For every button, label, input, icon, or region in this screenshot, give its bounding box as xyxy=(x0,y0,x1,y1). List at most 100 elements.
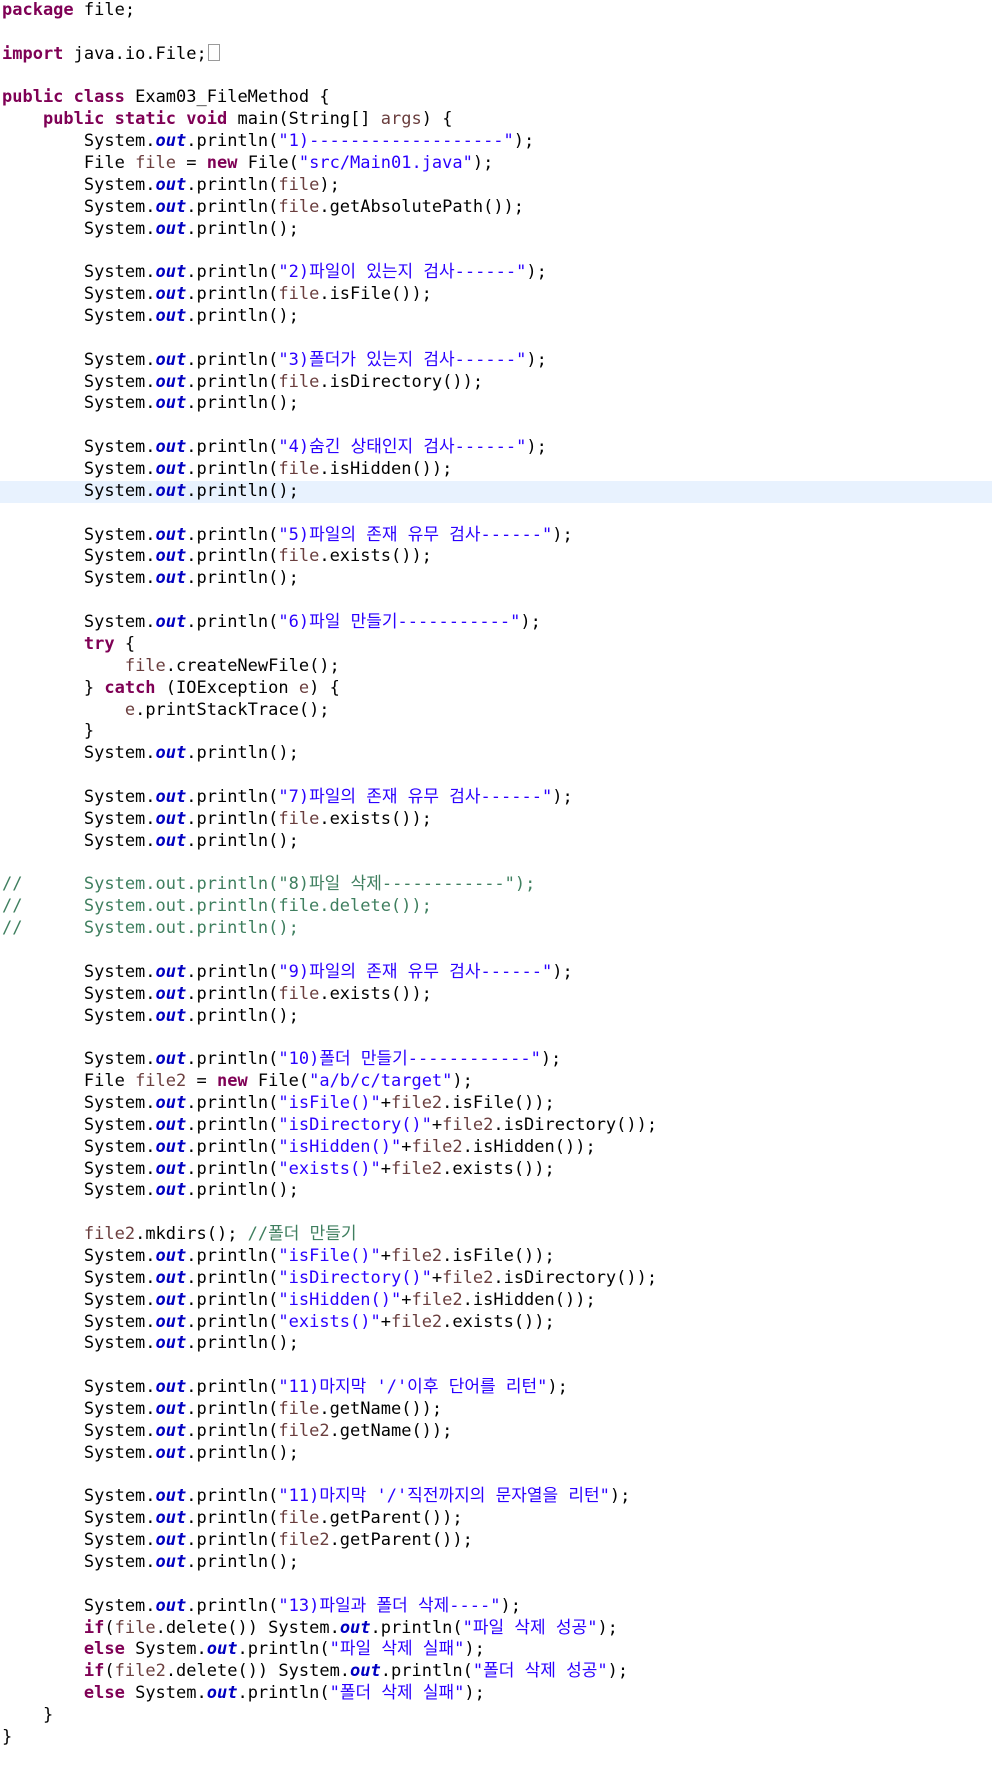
code-token: .println( xyxy=(186,349,279,370)
code-line[interactable]: System.out.println(file.isFile()); xyxy=(0,284,994,306)
code-line[interactable]: System.out.println("13)파일과 폴더 삭제----"); xyxy=(0,1596,994,1618)
code-line[interactable] xyxy=(0,1202,994,1224)
code-line[interactable] xyxy=(0,240,994,262)
code-line[interactable]: System.out.println("isDirectory()"+file2… xyxy=(0,1115,994,1137)
code-line[interactable]: } catch (IOException e) { xyxy=(0,678,994,700)
static-field-token: out xyxy=(206,1639,238,1660)
code-line[interactable]: else System.out.println("파일 삭제 실패"); xyxy=(0,1639,994,1661)
code-line[interactable] xyxy=(0,765,994,787)
code-line[interactable]: System.out.println("isHidden()"+file2.is… xyxy=(0,1290,994,1312)
code-line[interactable]: System.out.println(); xyxy=(0,1006,994,1028)
code-line[interactable]: System.out.println(); xyxy=(0,306,994,328)
code-line[interactable]: if(file.delete()) System.out.println("파일… xyxy=(0,1618,994,1640)
code-token: System. xyxy=(2,306,156,327)
code-line[interactable]: System.out.println(file.getName()); xyxy=(0,1399,994,1421)
code-line[interactable]: System.out.println("isDirectory()"+file2… xyxy=(0,1268,994,1290)
variable-token: file xyxy=(278,1508,320,1529)
code-line[interactable]: System.out.println("11)마지막 '/'직전까지의 문자열을… xyxy=(0,1486,994,1508)
code-line[interactable] xyxy=(0,940,994,962)
code-line[interactable]: } xyxy=(0,1727,994,1749)
code-line[interactable] xyxy=(0,1574,994,1596)
code-line[interactable] xyxy=(0,503,994,525)
code-line[interactable]: System.out.println(); xyxy=(0,1443,994,1465)
code-line[interactable]: System.out.println("5)파일의 존재 유무 검사------… xyxy=(0,525,994,547)
code-line[interactable]: System.out.println(file.isHidden()); xyxy=(0,459,994,481)
code-line[interactable]: System.out.println(file); xyxy=(0,175,994,197)
code-line[interactable]: System.out.println("exists()"+file2.exis… xyxy=(0,1312,994,1334)
code-line[interactable]: System.out.println(); xyxy=(0,1333,994,1355)
code-token: .println( xyxy=(237,1639,330,1660)
code-line[interactable]: System.out.println("10)폴더 만들기-----------… xyxy=(0,1049,994,1071)
folded-imports-icon[interactable] xyxy=(207,43,220,61)
code-line[interactable]: } xyxy=(0,1705,994,1727)
code-line[interactable]: System.out.println(file.isDirectory()); xyxy=(0,372,994,394)
code-line[interactable]: // System.out.println("8)파일 삭제----------… xyxy=(0,874,994,896)
code-line[interactable]: System.out.println("2)파일이 있는지 검사------")… xyxy=(0,262,994,284)
code-line[interactable]: file2.mkdirs(); //폴더 만들기 xyxy=(0,1224,994,1246)
code-line[interactable]: file.createNewFile(); xyxy=(0,656,994,678)
code-line[interactable]: // System.out.println(file.delete()); xyxy=(0,896,994,918)
code-line[interactable]: System.out.println("isFile()"+file2.isFi… xyxy=(0,1093,994,1115)
code-line[interactable]: System.out.println(file.getAbsolutePath(… xyxy=(0,197,994,219)
code-line[interactable] xyxy=(0,590,994,612)
code-line[interactable]: System.out.println("1)------------------… xyxy=(0,131,994,153)
code-line[interactable] xyxy=(0,1465,994,1487)
code-line[interactable]: System.out.println("exists()"+file2.exis… xyxy=(0,1159,994,1181)
code-line[interactable]: System.out.println(file.exists()); xyxy=(0,984,994,1006)
code-token: System. xyxy=(2,808,156,829)
code-line[interactable]: File file2 = new File("a/b/c/target"); xyxy=(0,1071,994,1093)
code-token: ); xyxy=(526,349,547,370)
code-line[interactable]: System.out.println("6)파일 만들기-----------"… xyxy=(0,612,994,634)
code-token: + xyxy=(380,1158,391,1179)
code-token: .println(); xyxy=(186,1552,299,1573)
code-line[interactable]: System.out.println(file.exists()); xyxy=(0,546,994,568)
code-line[interactable]: e.printStackTrace(); xyxy=(0,700,994,722)
code-line[interactable]: File file = new File("src/Main01.java"); xyxy=(0,153,994,175)
code-line[interactable]: System.out.println(); xyxy=(0,743,994,765)
code-line[interactable] xyxy=(0,66,994,88)
code-line[interactable]: System.out.println(); xyxy=(0,1180,994,1202)
code-line[interactable]: package file; xyxy=(0,0,994,22)
code-line[interactable] xyxy=(0,22,994,44)
code-line[interactable]: // System.out.println(); xyxy=(0,918,994,940)
variable-token: file2 xyxy=(390,1158,443,1179)
code-line[interactable]: else System.out.println("폴더 삭제 실패"); xyxy=(0,1683,994,1705)
code-line[interactable] xyxy=(0,1027,994,1049)
code-line[interactable] xyxy=(0,328,994,350)
code-line[interactable]: System.out.println(file.exists()); xyxy=(0,809,994,831)
code-line[interactable] xyxy=(0,853,994,875)
code-line[interactable]: System.out.println(); xyxy=(0,393,994,415)
code-line[interactable]: System.out.println(); xyxy=(0,1552,994,1574)
code-line[interactable]: System.out.println("isFile()"+file2.isFi… xyxy=(0,1246,994,1268)
code-line[interactable]: try { xyxy=(0,634,994,656)
code-line[interactable]: import java.io.File; xyxy=(0,43,994,66)
code-line[interactable]: System.out.println("11)마지막 '/'이후 단어를 리턴"… xyxy=(0,1377,994,1399)
code-editor[interactable]: package file; import java.io.File; public … xyxy=(0,0,994,1782)
code-token: { xyxy=(114,633,136,654)
code-line[interactable]: System.out.println(file2.getName()); xyxy=(0,1421,994,1443)
code-token: System. xyxy=(2,1267,156,1288)
code-line[interactable]: } xyxy=(0,721,994,743)
keyword-token: new xyxy=(216,1071,248,1092)
code-line[interactable]: System.out.println(); xyxy=(0,219,994,241)
code-line[interactable]: public static void main(String[] args) { xyxy=(0,109,994,131)
current-code-line[interactable]: System.out.println(); xyxy=(0,480,992,503)
code-line[interactable]: System.out.println("3)폴더가 있는지 검사------")… xyxy=(0,350,994,372)
string-literal: "10)폴더 만들기------------" xyxy=(278,1049,541,1070)
code-token: .isHidden()); xyxy=(462,1289,596,1310)
code-line[interactable]: System.out.println("9)파일의 존재 유무 검사------… xyxy=(0,962,994,984)
code-line[interactable]: System.out.println("7)파일의 존재 유무 검사------… xyxy=(0,787,994,809)
code-line[interactable]: System.out.println(file2.getParent()); xyxy=(0,1530,994,1552)
code-line[interactable]: public class Exam03_FileMethod { xyxy=(0,87,994,109)
code-line[interactable]: System.out.println(); xyxy=(0,831,994,853)
code-line[interactable]: System.out.println("isHidden()"+file2.is… xyxy=(0,1137,994,1159)
code-token: System. xyxy=(2,371,156,392)
code-line[interactable]: System.out.println(); xyxy=(0,568,994,590)
code-token: ); xyxy=(607,1661,629,1682)
code-line[interactable]: System.out.println(file.getParent()); xyxy=(0,1508,994,1530)
code-line[interactable] xyxy=(0,415,994,437)
code-line[interactable]: System.out.println("4)숨긴 상태인지 검사------")… xyxy=(0,437,994,459)
code-line[interactable] xyxy=(0,1355,994,1377)
code-line[interactable]: if(file2.delete()) System.out.println("폴… xyxy=(0,1661,994,1683)
